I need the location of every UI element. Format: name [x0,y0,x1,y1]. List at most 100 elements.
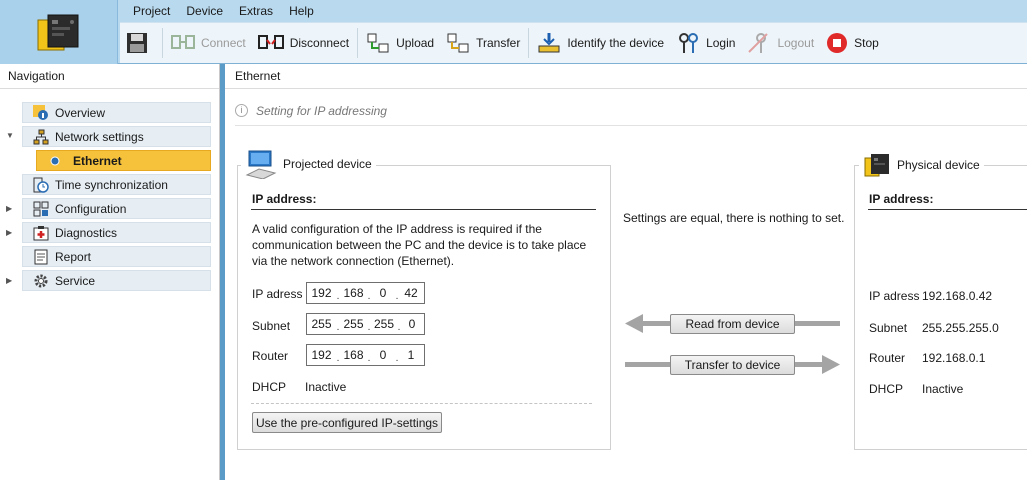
nav-item-overview[interactable]: Overview [22,102,211,123]
nav-item-service[interactable]: Service [22,270,211,291]
dhcp-value: Inactive [305,380,347,394]
nav-item-label: Network settings [55,129,144,144]
connect-button[interactable]: Connect [165,27,252,59]
physical-device-label: Physical device [897,158,980,172]
disconnect-label: Disconnect [289,36,350,50]
router-input[interactable]: 192. 168. 0. 1 [306,344,425,366]
menu-help[interactable]: Help [289,4,314,18]
disconnect-icon [257,35,284,49]
upload-button[interactable]: Upload [360,27,440,59]
toolbar-separator [528,28,530,58]
connect-label: Connect [201,36,246,50]
nav-item-label: Overview [55,105,106,120]
nav-item-report[interactable]: Report [22,246,211,267]
identify-device-button[interactable]: Identify the device [531,27,670,59]
subnet-input[interactable]: 255. 255. 255. 0 [306,313,425,335]
bullet-icon [50,156,60,165]
read-arrow-shaft-left [640,321,670,326]
collapse-arrow-icon[interactable]: ▼ [6,131,14,141]
router-octet-2[interactable]: 168 [340,348,367,362]
login-button[interactable]: Login [670,27,741,59]
projected-device-panel [237,165,611,450]
nav-item-label: Configuration [55,201,127,216]
physical-subnet-value: 255.255.255.0 [922,321,999,335]
subnet-octet-4[interactable]: 0 [401,317,423,331]
router-octet-1[interactable]: 192 [307,348,336,362]
menu-extras[interactable]: Extras [239,4,273,18]
diagnostics-icon [33,225,49,240]
login-icon [679,33,699,53]
info-banner: i Setting for IP addressing [235,100,1027,126]
expand-arrow-icon[interactable]: ▶ [6,228,14,238]
menu-project[interactable]: Project [133,4,170,18]
nav-item-label: Time synchronization [55,177,168,192]
device-logo-icon [37,14,79,51]
subnet-label: Subnet [252,319,291,333]
transfer-button[interactable]: Transfer [440,27,526,59]
transfer-icon [447,33,469,53]
ip-octet-3[interactable]: 0 [371,286,395,300]
logout-button[interactable]: Logout [741,27,820,59]
ip-octet-2[interactable]: 168 [340,286,367,300]
login-label: Login [706,36,736,50]
info-circle-icon: i [235,104,248,117]
subnet-octet-2[interactable]: 255 [340,317,367,331]
nav-item-ethernet[interactable]: Ethernet [36,150,211,171]
expand-arrow-icon[interactable]: ▶ [6,276,14,286]
expand-arrow-icon[interactable]: ▶ [6,204,14,214]
nav-item-label: Diagnostics [55,225,118,240]
ip-address-input[interactable]: 192. 168. 0. 42 [306,282,425,304]
dhcp-label: DHCP [252,380,287,394]
physical-dhcp-label: DHCP [869,382,904,396]
router-octet-3[interactable]: 0 [371,348,395,362]
logout-label: Logout [777,36,815,50]
transfer-to-device-button[interactable]: Transfer to device [670,355,795,375]
connect-icon [171,35,195,49]
title-area: Project Device Extras Help Connect Disco… [0,0,1027,64]
ip-octet-4[interactable]: 42 [399,286,423,300]
app-logo [0,0,118,64]
toolbar-separator [357,28,359,58]
physical-device-icon [864,154,889,177]
preconfigured-ip-button[interactable]: Use the pre-configured IP-settings [252,412,442,433]
configuration-icon [33,201,49,216]
toolbar: Connect Disconnect Upload Transfer Ident… [120,22,1027,63]
nav-item-diagnostics[interactable]: Diagnostics [22,222,211,243]
transfer-arrow-shaft-left [625,362,670,367]
arrow-right-icon [822,355,840,374]
upload-label: Upload [396,36,435,50]
toolbar-separator [162,28,163,58]
compare-message: Settings are equal, there is nothing to … [623,211,845,225]
transfer-arrow-shaft-right [795,362,822,367]
info-icon [33,104,48,120]
gear-icon [34,274,48,287]
page-title: Ethernet [225,64,1027,89]
projected-device-label: Projected device [283,157,372,171]
nav-item-network-settings[interactable]: Network settings [22,126,211,147]
identify-label: Identify the device [567,36,665,50]
save-icon [127,33,147,53]
read-from-device-button[interactable]: Read from device [670,314,795,334]
physical-ip-value: 192.168.0.42 [922,289,993,303]
network-icon [33,129,49,144]
subnet-octet-1[interactable]: 255 [307,317,336,331]
clock-icon [33,177,49,193]
router-octet-4[interactable]: 1 [399,348,423,362]
dashed-divider [251,403,592,404]
save-button[interactable] [120,27,160,59]
physical-router-value: 192.168.0.1 [922,351,986,365]
menu-device[interactable]: Device [186,4,223,18]
nav-item-label: Service [55,273,96,288]
nav-item-time-synchronization[interactable]: Time synchronization [22,174,211,195]
disconnect-button[interactable]: Disconnect [252,27,355,59]
ip-octet-1[interactable]: 192 [307,286,336,300]
read-arrow-shaft-right [795,321,840,326]
stop-button[interactable]: Stop [820,27,885,59]
identify-icon [538,33,560,53]
subnet-octet-3[interactable]: 255 [371,317,397,331]
info-text: Setting for IP addressing [256,103,387,118]
physical-router-label: Router [869,351,906,365]
navigation-panel: Navigation Overview ▼ Network settings E… [0,64,220,480]
nav-item-configuration[interactable]: Configuration [22,198,211,219]
projected-ip-heading: IP address: [252,192,317,206]
